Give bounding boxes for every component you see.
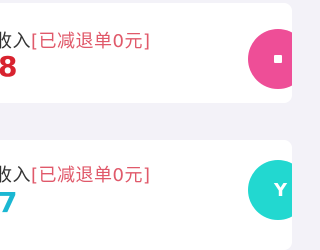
income-card[interactable]: 收入[已减退单0元] 8 — [0, 3, 292, 103]
income-value: 8 — [0, 50, 18, 83]
income-label-prefix: 收入 — [0, 165, 31, 186]
refund-deducted-note: [已减退单0元] — [31, 31, 151, 52]
income-card[interactable]: 收入[已减退单0元] 7 Y — [0, 140, 292, 250]
yen-glyph: Y — [274, 179, 288, 201]
income-label-prefix: 收入 — [0, 31, 31, 52]
income-label: 收入[已减退单0元] — [0, 161, 151, 187]
yen-icon: Y — [248, 160, 292, 220]
square-icon — [248, 29, 292, 89]
income-value: 7 — [0, 186, 18, 219]
income-label: 收入[已减退单0元] — [0, 27, 151, 53]
refund-deducted-note: [已减退单0元] — [31, 165, 151, 186]
square-glyph — [274, 55, 282, 63]
